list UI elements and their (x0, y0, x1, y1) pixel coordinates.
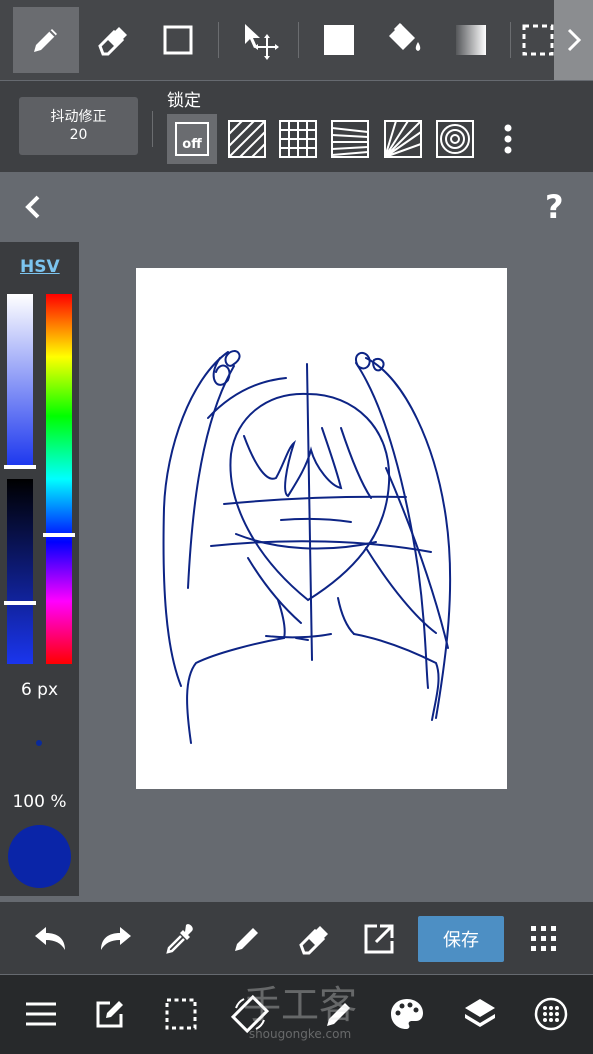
radial-lines-icon (384, 120, 422, 158)
bar-divider (152, 111, 153, 147)
eyedropper-button[interactable] (158, 916, 204, 962)
question-icon: ? (545, 188, 564, 226)
pencil-icon (34, 29, 57, 52)
save-button[interactable]: 保存 (418, 916, 504, 962)
more-grid-button[interactable] (521, 916, 567, 962)
eraser-tool-button[interactable] (79, 7, 145, 73)
watermark-url: shougongke.com (248, 1027, 352, 1041)
fill-square-tool-button[interactable] (306, 7, 372, 73)
pencil-tool-button[interactable] (13, 7, 79, 73)
menu-button[interactable] (18, 991, 64, 1037)
pen-quick-button[interactable] (224, 916, 270, 962)
pencil-icon (235, 928, 258, 951)
eraser-quick-button[interactable] (290, 916, 336, 962)
more-vertical-icon (504, 124, 512, 154)
brightness-knob[interactable] (4, 601, 36, 605)
chevron-left-icon (25, 195, 40, 219)
sketch-drawing (162, 350, 452, 744)
lock-grid-button[interactable] (273, 114, 323, 164)
lock-parallel-button[interactable] (222, 114, 272, 164)
action-bar: 保存 (0, 902, 593, 974)
move-tool-button[interactable] (226, 7, 292, 73)
select-icon (165, 998, 197, 1030)
materials-icon (534, 997, 568, 1031)
undo-button[interactable] (27, 916, 73, 962)
help-button[interactable]: ? (545, 190, 564, 224)
export-button[interactable] (356, 916, 402, 962)
opacity-value[interactable]: 100 % (0, 792, 79, 812)
saturation-slider[interactable] (4, 294, 36, 469)
color-panel: HSV 6 px 100 % (0, 242, 79, 896)
perspective-lines-icon (331, 120, 369, 158)
edit-button[interactable] (87, 991, 133, 1037)
grid-dots-icon (531, 926, 556, 951)
drawing-canvas[interactable] (136, 268, 507, 789)
stabilizer-label: 抖动修正 (50, 109, 107, 125)
select-tool-button[interactable] (518, 7, 558, 73)
stabilizer-value: 20 (69, 127, 88, 143)
lock-off-button[interactable]: off (167, 114, 217, 164)
color-mode-toggle[interactable]: HSV (20, 257, 60, 277)
redo-button[interactable] (93, 916, 139, 962)
top-toolbar (0, 0, 593, 80)
export-icon (364, 924, 394, 954)
hue-slider[interactable] (43, 294, 75, 664)
current-color-swatch[interactable] (8, 825, 71, 888)
toolbar-divider (298, 22, 299, 58)
layers-button[interactable] (457, 991, 503, 1037)
lock-more-button[interactable] (488, 114, 528, 164)
edit-icon (96, 1001, 123, 1028)
lock-off-icon: off (175, 122, 209, 156)
materials-button[interactable] (528, 991, 574, 1037)
parallel-lines-icon (228, 120, 266, 158)
layers-icon (465, 999, 495, 1027)
watermark-text: 手工客 (242, 983, 357, 1027)
chevron-right-icon (567, 28, 581, 52)
eraser-icon (299, 926, 328, 955)
stabilizer-button[interactable]: 抖动修正 20 (19, 97, 138, 155)
toolbar-divider (510, 22, 511, 58)
select-icon (522, 24, 554, 56)
hue-knob[interactable] (43, 533, 75, 537)
move-icon (245, 24, 279, 60)
lock-label: 锁定 (167, 91, 201, 111)
watermark: 手工客 shougongke.com (230, 983, 370, 1047)
lock-concentric-button[interactable] (430, 114, 480, 164)
brush-size-value[interactable]: 6 px (0, 680, 79, 700)
rectangle-tool-button[interactable] (145, 7, 211, 73)
redo-icon (101, 927, 131, 950)
bucket-tool-button[interactable] (372, 7, 438, 73)
undo-icon (35, 927, 65, 950)
back-button[interactable] (20, 192, 48, 222)
concentric-icon (436, 120, 474, 158)
brush-size-preview (36, 740, 42, 746)
eyedropper-icon (166, 924, 193, 954)
stabilizer-lock-bar: 抖动修正 20 锁定 off (0, 81, 593, 172)
saturation-knob[interactable] (4, 465, 36, 469)
eraser-icon (98, 27, 127, 56)
lock-radial-button[interactable] (378, 114, 428, 164)
gradient-tool-button[interactable] (438, 7, 504, 73)
rectangle-icon (163, 25, 193, 55)
fill-square-icon (324, 25, 354, 55)
grid-icon (279, 120, 317, 158)
gradient-icon (456, 25, 486, 55)
selection-button[interactable] (158, 991, 204, 1037)
hamburger-icon (26, 1002, 56, 1026)
palette-icon (391, 999, 423, 1029)
lock-perspective-lines-button[interactable] (325, 114, 375, 164)
palette-button[interactable] (384, 991, 430, 1037)
brightness-slider[interactable] (4, 479, 36, 664)
bucket-icon (389, 22, 421, 51)
toolbar-scroll-button[interactable] (554, 0, 593, 80)
toolbar-divider (218, 22, 219, 58)
